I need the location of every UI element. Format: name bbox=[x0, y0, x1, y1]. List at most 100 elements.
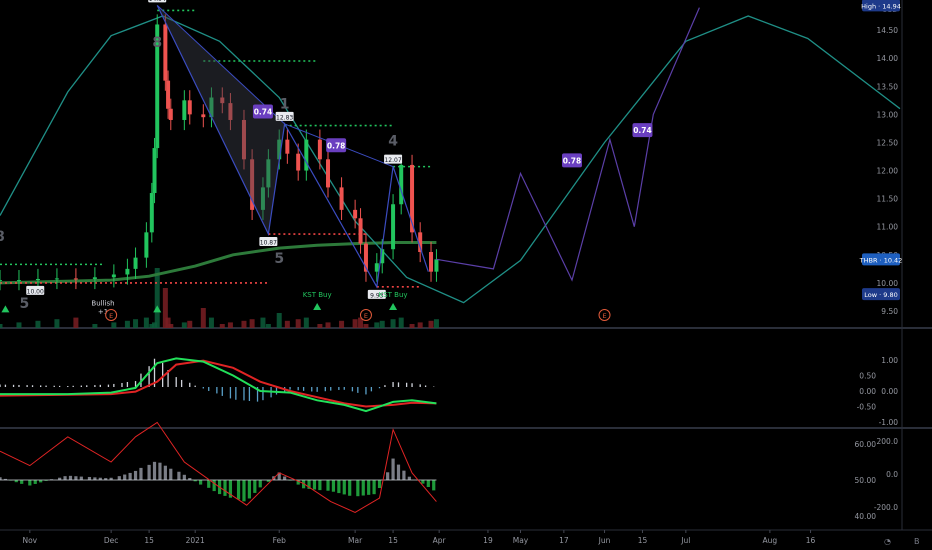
time-tick-label: 15 bbox=[388, 536, 398, 545]
chart-root[interactable]: 0.74 0.78 0.78 0.74 8 1 4 5 5 8 14.94 12.83 12.07 1… bbox=[0, 0, 932, 550]
candle-body bbox=[429, 252, 434, 272]
point-label: 10.87 bbox=[260, 240, 277, 247]
oscillator-histogram-bar bbox=[312, 480, 317, 490]
time-tick-label: Jul bbox=[680, 536, 690, 545]
volume-bar bbox=[260, 317, 266, 328]
time-tick-label: 2021 bbox=[186, 536, 205, 545]
time-tick-label: 15 bbox=[638, 536, 648, 545]
volume-bar bbox=[54, 319, 60, 328]
volume-bar bbox=[363, 324, 369, 328]
oscillator-histogram-bar bbox=[169, 468, 173, 480]
oscillator-histogram-bar bbox=[247, 480, 251, 499]
volume-bar bbox=[124, 320, 130, 328]
candle-body bbox=[133, 257, 138, 269]
oscillator-histogram-bar bbox=[283, 476, 287, 480]
oscillator-histogram-bar bbox=[207, 480, 211, 488]
volume-bar bbox=[133, 319, 139, 328]
volume-bar bbox=[284, 320, 290, 328]
oscillator-histogram-bar bbox=[182, 474, 186, 480]
oscillator-histogram-bar bbox=[421, 480, 425, 484]
volume-bar bbox=[73, 317, 79, 328]
candle-body bbox=[54, 278, 59, 280]
wave-label: 5 bbox=[274, 251, 284, 267]
volume-bar bbox=[143, 317, 149, 328]
volume-bar bbox=[187, 320, 193, 328]
oscillator-histogram-bar bbox=[361, 480, 365, 496]
oscillator-histogram-bar bbox=[337, 480, 341, 494]
volume-bar bbox=[265, 324, 271, 328]
oscillator-histogram-bar bbox=[342, 480, 346, 495]
volume-bar bbox=[295, 319, 301, 328]
time-tick-label: Nov bbox=[22, 536, 37, 545]
oscillator-histogram-bar bbox=[128, 472, 132, 480]
volume-bar bbox=[111, 322, 117, 328]
volume-bar bbox=[208, 317, 214, 328]
volume-bar bbox=[92, 324, 98, 328]
wave-label: 8 bbox=[0, 229, 5, 245]
candle-body bbox=[285, 139, 290, 154]
candle-body bbox=[73, 278, 78, 280]
wave-label: 8 bbox=[152, 35, 162, 51]
oscillator-histogram-bar bbox=[28, 480, 32, 486]
macd-inner-label: -0.50 bbox=[857, 403, 877, 412]
oscillator-histogram-bar bbox=[74, 476, 78, 480]
oscillator-histogram-bar bbox=[199, 480, 203, 485]
candle-body bbox=[339, 187, 344, 210]
oscillator-histogram-bar bbox=[242, 480, 246, 502]
oscillator-histogram-bar bbox=[0, 477, 2, 480]
candle-body bbox=[353, 209, 358, 219]
volume-bar bbox=[339, 320, 345, 328]
wave-label: 4 bbox=[388, 133, 398, 149]
time-tick-label: 16 bbox=[806, 536, 816, 545]
volume-bar bbox=[276, 313, 282, 328]
macd-axis-label: -1.00 bbox=[879, 418, 899, 427]
time-axis-scale-icon[interactable]: B bbox=[914, 537, 920, 546]
candle-body bbox=[326, 159, 331, 188]
volume-bar bbox=[352, 319, 358, 328]
candle-body bbox=[125, 268, 130, 275]
oscillator-histogram-bar bbox=[152, 461, 157, 480]
oscillator-histogram-bar bbox=[223, 480, 227, 496]
candle-body bbox=[144, 232, 149, 258]
candle-body bbox=[16, 280, 21, 282]
macd-inner-label: 0.50 bbox=[859, 372, 876, 381]
point-label: 10.00 bbox=[27, 288, 44, 295]
volume-bar bbox=[390, 319, 396, 328]
candle-body bbox=[166, 80, 171, 109]
candle-body bbox=[92, 277, 97, 279]
event-marker-label: E bbox=[602, 312, 606, 320]
oscillator-histogram-bar bbox=[258, 480, 262, 488]
volume-bar bbox=[16, 322, 22, 328]
volume-bar bbox=[317, 324, 323, 328]
oscillator-histogram-bar bbox=[79, 476, 83, 480]
oscillator-histogram-bar bbox=[177, 471, 181, 480]
oscillator-histogram-bar bbox=[356, 480, 360, 497]
oscillator-histogram-bar bbox=[87, 476, 92, 480]
oscillator-histogram-bar bbox=[402, 470, 406, 480]
wave-label: 1 bbox=[280, 97, 290, 113]
oscillator-histogram-bar bbox=[139, 467, 143, 480]
candle-body bbox=[434, 259, 439, 272]
volume-bar bbox=[398, 317, 404, 328]
candle-body bbox=[111, 274, 116, 278]
oscillator-histogram-bar bbox=[396, 464, 401, 480]
oscillator-histogram-bar bbox=[391, 458, 395, 480]
oscillator-histogram-bar bbox=[63, 476, 67, 480]
time-axis-settings-icon[interactable]: ◔ bbox=[884, 537, 891, 546]
volume-bar bbox=[409, 324, 415, 328]
volume-bar bbox=[181, 322, 187, 328]
volume-bar bbox=[154, 268, 160, 328]
price-tick-label: 14.00 bbox=[877, 54, 899, 63]
time-tick-label: Dec bbox=[104, 536, 119, 545]
oscillator-histogram-bar bbox=[117, 476, 121, 480]
ratio-label: 0.78 bbox=[327, 141, 346, 150]
oscillator-axis-label: 50.00 bbox=[855, 476, 877, 485]
oscillator-histogram-bar bbox=[386, 472, 390, 480]
wave-label: 5 bbox=[20, 296, 30, 312]
time-tick-label: Apr bbox=[433, 536, 447, 545]
price-tick-label: 10.00 bbox=[877, 279, 899, 288]
time-tick-label: 15 bbox=[144, 536, 154, 545]
price-tick-label: 11.50 bbox=[877, 195, 899, 204]
point-label: 14.94 bbox=[149, 0, 166, 3]
candle-body bbox=[374, 263, 379, 272]
